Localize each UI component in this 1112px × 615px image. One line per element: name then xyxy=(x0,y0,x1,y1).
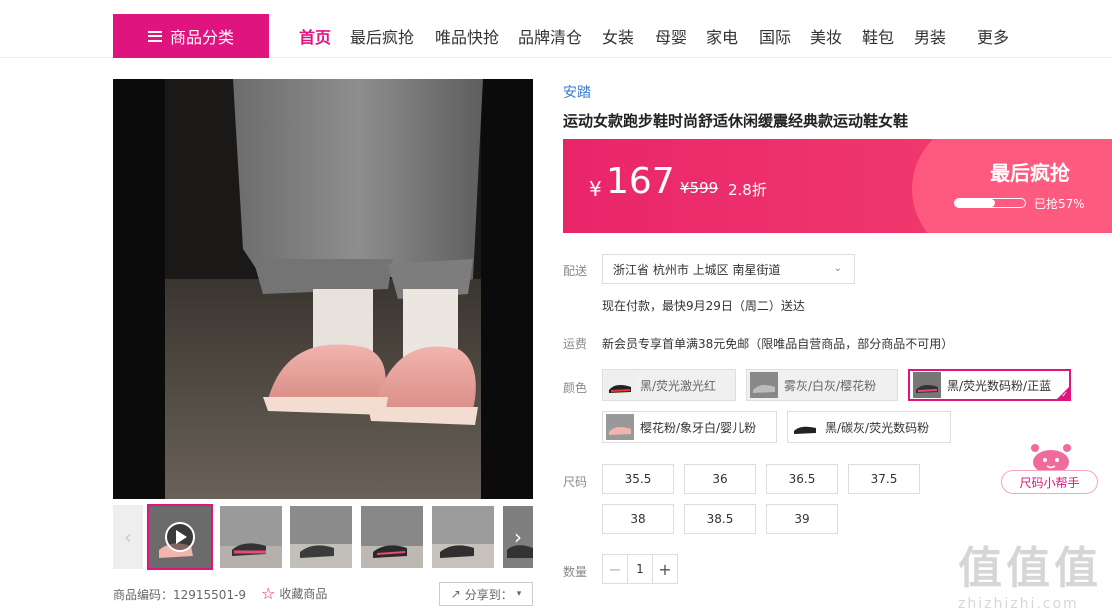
sold-percent: 已抢57% xyxy=(1034,197,1085,211)
category-menu-button[interactable]: 商品分类 xyxy=(113,14,269,58)
price-currency: ¥ xyxy=(589,177,602,201)
nav-item-baby[interactable]: 母婴 xyxy=(655,24,687,48)
size-option[interactable]: 36 xyxy=(684,464,756,494)
thumb-prev-button[interactable]: ‹ xyxy=(113,505,143,569)
size-option[interactable]: 39 xyxy=(766,504,838,534)
thumbnail-4[interactable] xyxy=(361,506,423,568)
nav-item-beauty[interactable]: 美妆 xyxy=(810,24,842,48)
decrease-button[interactable]: − xyxy=(603,555,627,583)
nav-item-shoes-bags[interactable]: 鞋包 xyxy=(862,24,894,48)
thumbnail-video[interactable] xyxy=(147,504,213,570)
size-option[interactable]: 36.5 xyxy=(766,464,838,494)
favorite-label: 收藏商品 xyxy=(279,587,328,601)
discount-rate: 2.8折 xyxy=(728,181,767,199)
product-photo xyxy=(113,79,533,499)
thumbnail-image xyxy=(290,506,352,568)
size-option[interactable]: 35.5 xyxy=(602,464,674,494)
share-button[interactable]: ↗ 分享到： ▾ xyxy=(439,582,533,606)
thumbnail-3[interactable] xyxy=(290,506,352,568)
thumbnail-2[interactable] xyxy=(220,506,282,568)
banner-decoration xyxy=(912,139,1112,233)
increase-button[interactable]: + xyxy=(653,555,677,583)
nav-item-international[interactable]: 国际 xyxy=(759,24,791,48)
nav-item-appliances[interactable]: 家电 xyxy=(706,24,738,48)
delivery-estimate: 现在付款，最快9月29日（周二）送达 xyxy=(602,299,805,313)
nav-item-men[interactable]: 男装 xyxy=(914,24,946,48)
color-swatch-image xyxy=(606,414,634,440)
size-option[interactable]: 37.5 xyxy=(848,464,920,494)
top-navigation: 商品分类 首页 最后疯抢 唯品快抢 品牌清仓 女装 母婴 家电 国际 美妆 鞋包… xyxy=(0,0,1112,58)
promo-title: 最后疯抢 xyxy=(990,161,1070,185)
color-swatch-image xyxy=(606,372,634,398)
address-value: 浙江省 杭州市 上城区 南星街道 xyxy=(613,262,781,277)
color-option-label: 黑/荧光数码粉/正蓝 xyxy=(947,378,1052,393)
color-swatch-image xyxy=(791,414,819,440)
chevron-down-icon: ⌄ xyxy=(979,24,988,35)
freight-info: 新会员专享首单满38元免邮（限唯品自营商品，部分商品不可用） xyxy=(602,337,954,351)
hamburger-icon xyxy=(147,30,162,42)
size-option[interactable]: 38.5 xyxy=(684,504,756,534)
watermark-logo: 值值值 xyxy=(958,543,1102,594)
original-price: ¥599 xyxy=(680,179,719,197)
quantity-input[interactable]: 1 xyxy=(627,555,653,583)
play-icon xyxy=(149,506,211,568)
color-option-1[interactable]: 黑/荧光激光红 xyxy=(602,369,736,401)
size-label: 尺码 xyxy=(563,475,588,489)
share-label: 分享到： xyxy=(464,587,513,602)
color-label: 颜色 xyxy=(563,381,588,395)
brand-link[interactable]: 安踏 xyxy=(563,82,591,102)
category-menu-label: 商品分类 xyxy=(169,28,234,47)
nav-item-last-rush[interactable]: 最后疯抢 xyxy=(350,24,414,48)
product-title: 运动女款跑步鞋时尚舒适休闲缓震经典款运动鞋女鞋 xyxy=(563,112,909,130)
thumb-next-button[interactable]: › xyxy=(503,505,533,569)
color-option-label: 黑/荧光激光红 xyxy=(640,378,717,393)
color-swatch-image xyxy=(913,372,941,398)
favorite-button[interactable]: ☆ 收藏商品 xyxy=(261,584,327,603)
color-option-5[interactable]: 黑/碳灰/荧光数码粉 xyxy=(787,411,951,443)
product-main-image[interactable] xyxy=(113,79,533,499)
nav-item-home[interactable]: 首页 xyxy=(299,24,331,48)
nav-item-flash-sale[interactable]: 唯品快抢 xyxy=(435,24,499,48)
address-select[interactable]: 浙江省 杭州市 上城区 南星街道 ⌄ xyxy=(602,254,855,284)
color-option-label: 雾灰/白灰/樱花粉 xyxy=(784,378,877,393)
size-option[interactable]: 38 xyxy=(602,504,674,534)
check-icon: ✓ xyxy=(1061,390,1068,399)
size-helper-label: 尺码小帮手 xyxy=(1001,470,1098,494)
color-option-2[interactable]: 雾灰/白灰/樱花粉 xyxy=(746,369,898,401)
current-price: 167 xyxy=(606,161,675,202)
quantity-stepper: − 1 + xyxy=(602,554,678,584)
price-banner: ¥ 167 ¥599 2.8折 最后疯抢 已抢57% xyxy=(563,139,1112,233)
watermark-url: zhizhizhi.com xyxy=(958,596,1079,612)
mascot-icon xyxy=(1031,444,1071,474)
sold-progress-bar xyxy=(954,198,1026,208)
product-code: 商品编码：12915501-9 xyxy=(113,588,247,602)
nav-item-women[interactable]: 女装 xyxy=(602,24,634,48)
thumbnail-image xyxy=(220,506,282,568)
color-swatch-image xyxy=(750,372,778,398)
nav-item-brand-clearance[interactable]: 品牌清仓 xyxy=(518,24,582,48)
chevron-right-icon: › xyxy=(514,525,522,549)
thumbnail-image xyxy=(432,506,494,568)
color-option-label: 樱花粉/象牙白/婴儿粉 xyxy=(640,420,757,435)
color-option-3[interactable]: 黑/荧光数码粉/正蓝 ✓ xyxy=(908,369,1071,401)
chevron-left-icon: ‹ xyxy=(124,525,132,549)
gallery-footer: 商品编码：12915501-9 ☆ 收藏商品 ↗ 分享到： ▾ xyxy=(113,582,533,608)
size-helper[interactable]: 尺码小帮手 xyxy=(1001,440,1098,494)
thumbnail-5[interactable] xyxy=(432,506,494,568)
thumbnail-strip: ‹ › xyxy=(113,504,533,570)
thumbnail-image xyxy=(361,506,423,568)
chevron-down-icon: ⌄ xyxy=(833,263,842,274)
chevron-down-icon: ▾ xyxy=(516,589,522,599)
star-icon: ☆ xyxy=(261,584,276,603)
quantity-label: 数量 xyxy=(563,565,588,579)
color-option-label: 黑/碳灰/荧光数码粉 xyxy=(825,420,930,435)
site-watermark: 值值值 zhizhizhi.com xyxy=(958,532,1108,612)
shipping-label: 配送 xyxy=(563,264,588,278)
freight-label: 运费 xyxy=(563,337,588,351)
share-icon: ↗ xyxy=(450,587,461,601)
sold-progress-fill xyxy=(955,199,995,207)
color-option-4[interactable]: 樱花粉/象牙白/婴儿粉 xyxy=(602,411,777,443)
